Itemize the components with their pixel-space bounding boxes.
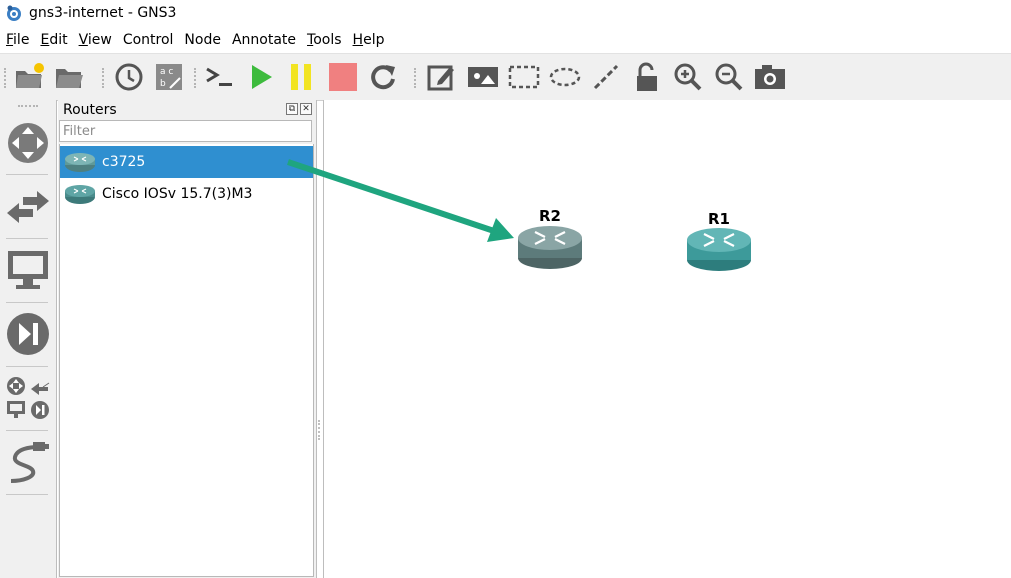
drag-arrow: [287, 159, 495, 234]
node-r1[interactable]: [687, 228, 751, 271]
node-label-r2[interactable]: R2: [539, 207, 561, 225]
node-r2[interactable]: [518, 226, 582, 269]
node-label-r1[interactable]: R1: [708, 210, 730, 228]
canvas-overlay: [287, 159, 751, 271]
